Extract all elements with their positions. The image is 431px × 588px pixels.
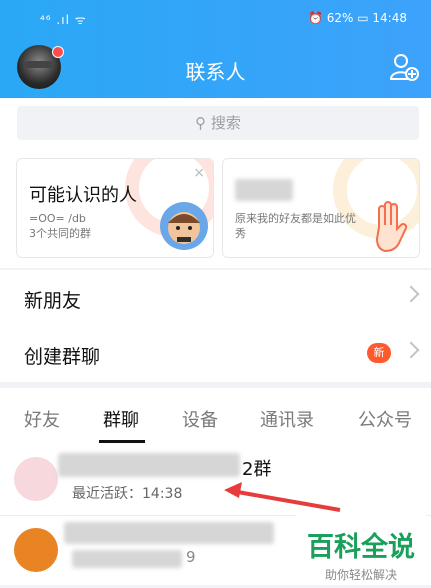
watermark-title: 百科全说 <box>307 532 415 563</box>
close-icon[interactable]: × <box>193 165 205 181</box>
create-group-label: 创建群聊 <box>24 346 101 368</box>
people-you-may-know-card[interactable]: × 可能认识的人 =OO= /db 3个共同的群 <box>16 158 214 258</box>
chevron-right-icon <box>402 341 420 359</box>
search-bar: ⚲ 搜索 <box>0 98 431 150</box>
status-bar: ⁴⁶ .ıl ᯤ ⏰ 62% ▭ 14:48 <box>0 0 431 36</box>
card-subtitle: =OO= /db 3个共同的群 <box>29 212 91 240</box>
card-title: 可能认识的人 <box>29 185 137 206</box>
app-header: 联系人 <box>0 36 431 98</box>
add-contact-icon[interactable] <box>389 52 419 82</box>
group-avatar <box>14 457 58 501</box>
tab-friends[interactable]: 好友 <box>24 406 60 432</box>
suggestion-cards: × 可能认识的人 =OO= /db 3个共同的群 原来我的好友都是如此优秀 <box>0 150 431 268</box>
suggested-person-avatar <box>160 202 208 250</box>
signal-wifi-indicators: ⁴⁶ .ıl ᯤ <box>40 13 87 27</box>
search-icon: ⚲ <box>195 114 211 132</box>
annotation-arrow <box>224 482 341 512</box>
blurred-group-name <box>64 522 274 544</box>
contact-tabs: 好友 群聊 设备 通讯录 公众号 <box>0 388 431 443</box>
blurred-subtitle <box>72 550 182 568</box>
new-friends-row[interactable]: 新朋友 <box>0 270 431 326</box>
tab-official-accounts[interactable]: 公众号 <box>358 406 412 432</box>
group-avatar <box>14 528 58 572</box>
blurred-title <box>235 179 293 201</box>
watermark: 百科全说 助你轻松解决 <box>296 515 426 583</box>
last-active: 最近活跃：14:38 <box>72 486 183 502</box>
new-badge: 新 <box>367 343 391 363</box>
search-input[interactable]: ⚲ 搜索 <box>17 106 419 140</box>
tab-address-book[interactable]: 通讯录 <box>260 406 314 432</box>
create-group-row[interactable]: 创建群聊 新 <box>0 326 431 382</box>
page-title: 联系人 <box>185 60 246 84</box>
list-item[interactable]: 2群 最近活跃：14:38 <box>0 443 431 515</box>
search-placeholder: 搜索 <box>210 114 241 132</box>
card-subtitle: 原来我的好友都是如此优秀 <box>235 212 356 240</box>
hand-three-icon <box>375 201 408 253</box>
chevron-right-icon <box>402 285 420 303</box>
group-subtitle-suffix: 9 <box>186 548 196 566</box>
new-friends-label: 新朋友 <box>24 290 82 312</box>
clock-battery: ⏰ 62% ▭ 14:48 <box>308 11 407 25</box>
tab-groups[interactable]: 群聊 <box>103 406 139 432</box>
tab-devices[interactable]: 设备 <box>182 406 218 432</box>
blurred-group-name <box>58 453 240 477</box>
friends-insight-card[interactable]: 原来我的好友都是如此优秀 <box>222 158 420 258</box>
watermark-subtitle: 助你轻松解决 <box>324 568 397 582</box>
